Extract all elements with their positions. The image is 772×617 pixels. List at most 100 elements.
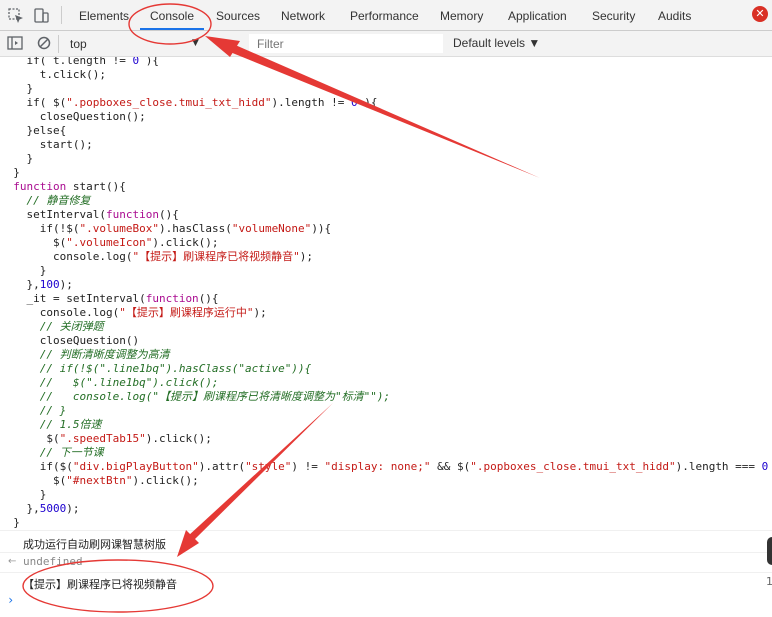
code-token: ).click(); <box>145 432 212 445</box>
code-line: } <box>0 264 47 278</box>
code-token: (){ <box>198 292 219 305</box>
show-sidebar-icon[interactable] <box>6 34 26 54</box>
code-line: console.log("【提示】刷课程序运行中"); <box>0 306 267 320</box>
code-line: } <box>0 82 33 96</box>
code-token: ); <box>299 250 313 263</box>
code-line: // $(".line1bq").click(); <box>0 376 219 390</box>
code-token: function <box>105 208 159 221</box>
code-line: } <box>0 516 20 529</box>
code-line: t.click(); <box>0 68 106 82</box>
code-token: // $(".line1bq").click(); <box>39 376 219 389</box>
code-token: "div.bigPlayButton" <box>72 460 199 473</box>
console-code-echo: if( t.length != 0 ){ t.click(); } if( $(… <box>0 57 772 529</box>
code-token: }, <box>0 502 40 515</box>
code-line: console.log("【提示】刷课程序已将视频静音"); <box>0 250 313 264</box>
code-token: ){ <box>357 96 378 109</box>
inspect-element-icon[interactable] <box>6 6 26 26</box>
console-log-message: 成功运行自动刷网课智慧树版 <box>0 530 772 552</box>
code-token: $( <box>0 474 67 487</box>
chevron-down-icon: ▼ <box>192 38 199 48</box>
code-line: // console.log("【提示】刷课程序已将清晰度调整为"标清""); <box>0 390 390 404</box>
tab-memory[interactable]: Memory <box>440 0 483 30</box>
live-expression-eye-icon[interactable] <box>220 36 236 52</box>
code-line: closeQuestion(); <box>0 110 146 124</box>
code-token: 100 <box>39 278 60 291</box>
code-token: "display: none;" <box>324 460 431 473</box>
code-token: ).attr( <box>198 460 246 473</box>
code-line: $(".speedTab15").click(); <box>0 432 212 446</box>
devtools-tabbar: Elements Console Sources Network Perform… <box>0 0 772 31</box>
code-token: function <box>13 180 67 193</box>
code-token: // } <box>39 404 67 417</box>
code-line: $("#nextBtn").click(); <box>0 474 199 488</box>
code-token: } <box>0 166 20 179</box>
tab-console[interactable]: Console <box>140 0 204 30</box>
code-line: if($("div.bigPlayButton").attr("style") … <box>0 460 769 474</box>
message-count-badge: 1 <box>766 575 772 588</box>
code-token: console.log( <box>0 306 120 319</box>
tab-performance[interactable]: Performance <box>350 0 419 30</box>
code-line: } <box>0 488 47 502</box>
code-token: "volumeNone" <box>231 222 312 235</box>
code-token: ".volumeIcon" <box>66 236 153 249</box>
code-token: }, <box>0 278 40 291</box>
code-token: 0 <box>761 460 769 473</box>
clear-console-icon[interactable] <box>35 34 55 54</box>
device-toolbar-icon[interactable] <box>31 6 51 26</box>
code-line: // 1.5倍速 <box>0 418 102 432</box>
code-token: )){ <box>311 222 332 235</box>
code-line: // 判断清晰度调整为高清 <box>0 348 170 362</box>
code-token: } <box>0 516 20 529</box>
code-token: // 1.5倍速 <box>39 418 102 431</box>
code-line: } <box>0 152 33 166</box>
error-badge-icon[interactable]: ✕ <box>752 6 768 22</box>
tab-divider <box>61 6 62 24</box>
tab-elements[interactable]: Elements <box>79 0 129 30</box>
code-token: }else{ <box>0 124 67 137</box>
tab-application[interactable]: Application <box>508 0 567 30</box>
return-arrow-icon: ← <box>8 556 17 567</box>
tab-audits[interactable]: Audits <box>658 0 691 30</box>
code-token: ".speedTab15" <box>59 432 146 445</box>
console-log-message: 【提示】刷课程序已将视频静音 <box>0 572 772 592</box>
console-return-value: ← undefined <box>0 552 772 572</box>
toolbar-divider <box>58 35 59 53</box>
code-token: "#nextBtn" <box>66 474 133 487</box>
console-prompt[interactable]: › <box>7 593 14 607</box>
code-token: if($( <box>0 460 73 473</box>
code-token: (){ <box>158 208 179 221</box>
code-token: ).click(); <box>132 474 199 487</box>
default-levels-dropdown[interactable]: Default levels ▼ <box>453 36 540 50</box>
code-token: && $( <box>430 460 471 473</box>
code-line: // if(!$(".line1bq").hasClass("active"))… <box>0 362 312 376</box>
filter-input[interactable] <box>249 34 443 53</box>
code-token: function <box>145 292 199 305</box>
code-token: // if(!$(".line1bq").hasClass("active"))… <box>39 362 312 375</box>
code-token: closeQuestion() <box>0 334 140 347</box>
context-label: top <box>70 37 87 51</box>
tab-sources[interactable]: Sources <box>216 0 260 30</box>
log-text: 成功运行自动刷网课智慧树版 <box>23 538 166 551</box>
code-line: },5000); <box>0 502 79 516</box>
code-token: ).length != <box>271 96 352 109</box>
tab-network[interactable]: Network <box>281 0 325 30</box>
code-token: // console.log("【提示】刷课程序已将清晰度调整为"标清""); <box>39 390 391 403</box>
code-line: if( $(".popboxes_close.tmui_txt_hidd").l… <box>0 96 378 110</box>
scrollbar-handle[interactable] <box>767 537 772 565</box>
log-text: 【提示】刷课程序已将视频静音 <box>23 578 177 591</box>
code-token: if(!$( <box>0 222 80 235</box>
code-line: setInterval(function(){ <box>0 208 179 222</box>
code-line: // 静音修复 <box>0 194 91 208</box>
code-token: ).click(); <box>152 236 219 249</box>
context-selector[interactable]: top ▼ <box>62 34 202 53</box>
tab-security[interactable]: Security <box>592 0 635 30</box>
code-token: 5000 <box>39 502 67 515</box>
code-token: } <box>0 152 34 165</box>
code-line: },100); <box>0 278 72 292</box>
